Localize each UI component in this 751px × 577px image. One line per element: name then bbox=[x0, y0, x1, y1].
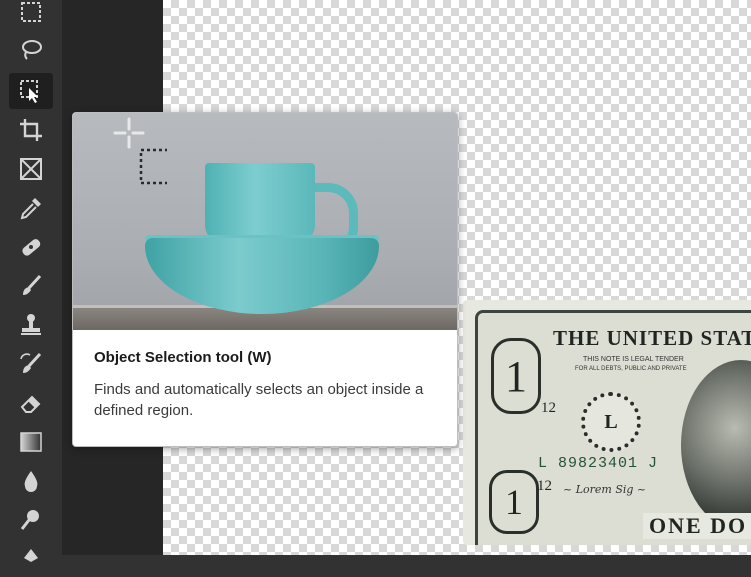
bill-signature: ~ Lorem Sig ~ bbox=[563, 483, 647, 496]
rectangular-marquee-tool[interactable] bbox=[9, 0, 53, 30]
bill-banner: THE UNITED STATES bbox=[553, 326, 751, 350]
frame-tool[interactable] bbox=[9, 151, 53, 187]
brush-icon bbox=[23, 274, 42, 295]
object-selection-icon bbox=[20, 80, 38, 103]
lasso-icon bbox=[22, 40, 42, 60]
eyedropper-icon bbox=[20, 198, 41, 220]
bill-denomination-word: ONE DO bbox=[643, 513, 751, 539]
object-selection-tool[interactable] bbox=[9, 73, 53, 109]
tools-panel bbox=[0, 0, 63, 562]
crosshair-selection-icon bbox=[113, 117, 167, 185]
tooltip-title: Object Selection tool (W) bbox=[94, 349, 272, 366]
healing-brush-icon bbox=[22, 239, 41, 256]
tooltip-preview-image bbox=[73, 113, 457, 330]
blur-icon bbox=[24, 471, 38, 492]
pen-icon bbox=[24, 549, 38, 562]
tooltip-description: Finds and automatically selects an objec… bbox=[94, 381, 424, 419]
bill-corner-bottom: 1 bbox=[489, 470, 539, 534]
history-brush-icon bbox=[20, 352, 42, 373]
crop-icon bbox=[20, 119, 42, 141]
rectangular-marquee-icon bbox=[21, 2, 41, 22]
bill-legal-line2: FOR ALL DEBTS, PUBLIC AND PRIVATE bbox=[575, 366, 687, 372]
lasso-tool[interactable] bbox=[9, 32, 53, 68]
tool-tooltip: Object Selection tool (W) Finds and auto… bbox=[72, 112, 458, 447]
gradient-tool[interactable] bbox=[9, 424, 53, 460]
gradient-icon bbox=[20, 432, 42, 452]
eraser-icon bbox=[20, 395, 41, 413]
bill-district-number: 12 bbox=[541, 400, 556, 416]
bill-serial-number: L 89823401 J bbox=[538, 455, 659, 472]
brush-tool[interactable] bbox=[9, 268, 53, 304]
healing-brush-tool[interactable] bbox=[9, 229, 53, 265]
more-tools[interactable] bbox=[9, 541, 53, 577]
bill-district-number-2: 12 bbox=[537, 478, 552, 494]
clone-stamp-tool[interactable] bbox=[9, 307, 53, 343]
history-brush-tool[interactable] bbox=[9, 346, 53, 382]
blur-tool[interactable] bbox=[9, 463, 53, 499]
dollar-bill-image: THE UNITED STATES THIS NOTE IS LEGAL TEN… bbox=[463, 300, 751, 545]
dodge-tool[interactable] bbox=[9, 502, 53, 538]
preview-bowl bbox=[145, 238, 379, 314]
bill-legal-line1: THIS NOTE IS LEGAL TENDER bbox=[583, 356, 684, 363]
eraser-tool[interactable] bbox=[9, 385, 53, 421]
bill-corner-top: 1 bbox=[491, 338, 541, 414]
clone-stamp-icon bbox=[21, 314, 41, 335]
crop-tool[interactable] bbox=[9, 112, 53, 148]
dodge-icon bbox=[20, 510, 39, 530]
eyedropper-tool[interactable] bbox=[9, 190, 53, 226]
preview-cup bbox=[205, 163, 315, 243]
bill-federal-reserve-seal: L bbox=[581, 392, 641, 452]
frame-icon bbox=[20, 158, 42, 180]
